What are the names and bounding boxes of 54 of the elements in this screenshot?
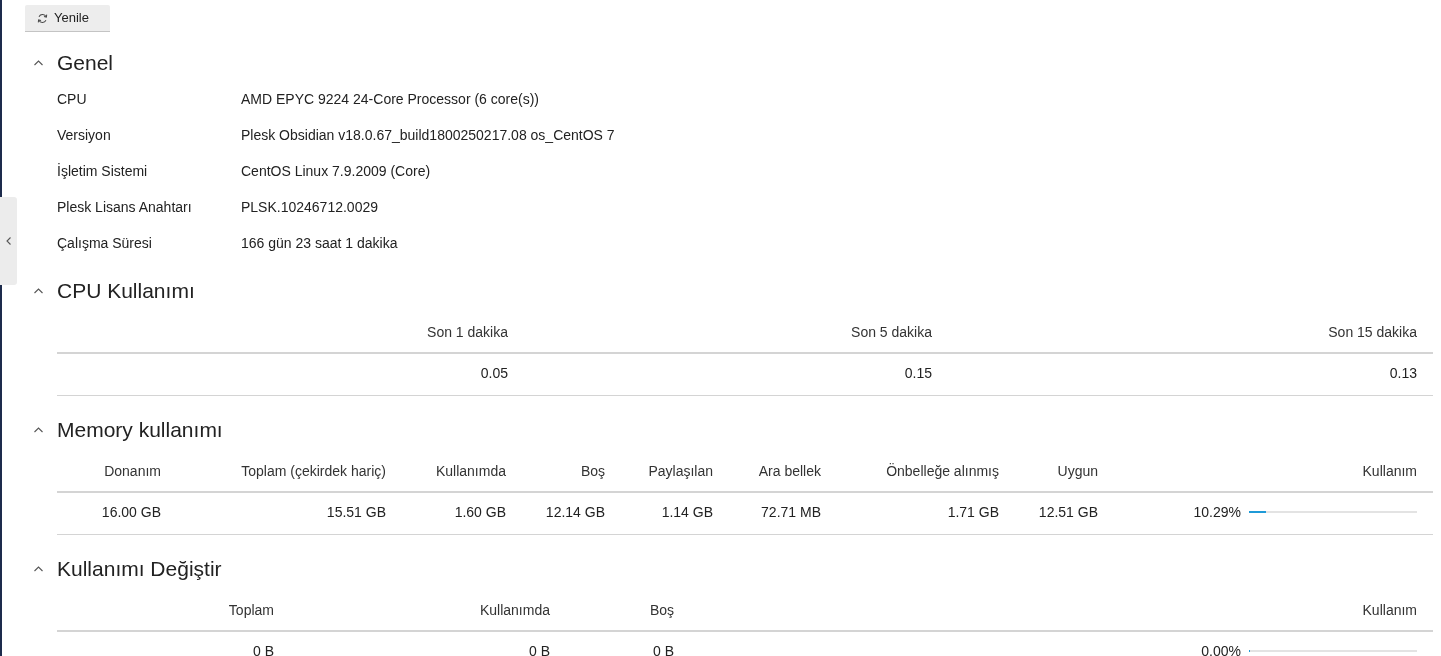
- column-header: Donanım: [103, 462, 162, 481]
- table-cell-text: 0 B: [528, 642, 551, 656]
- column-header: Boş: [579, 462, 606, 481]
- column-header: Uygun: [1056, 462, 1099, 481]
- section-title: Kullanımı Değiştir: [57, 556, 222, 582]
- column-header: Paylaşılan: [647, 462, 714, 481]
- chevron-up-icon[interactable]: [34, 60, 43, 66]
- property-label: İşletim Sistemi: [57, 161, 149, 181]
- chevron-left-icon: [6, 237, 11, 245]
- property-value: 166 gün 23 saat 1 dakika: [241, 233, 398, 253]
- column-header: Toplam (çekirdek hariç): [240, 462, 387, 481]
- property-value: PLSK.10246712.0029: [241, 197, 378, 217]
- table-cell-text: 12.51 GB: [1037, 503, 1099, 522]
- table-cell-text: 1.71 GB: [946, 503, 1000, 522]
- column-header: Son 5 dakika: [850, 323, 933, 342]
- table-cell-text: 0.13: [1388, 364, 1418, 383]
- property-value: CentOS Linux 7.9.2009 (Core): [241, 161, 431, 181]
- table-cell-text: 1.60 GB: [453, 503, 507, 522]
- property-label: Plesk Lisans Anahtarı: [57, 197, 193, 217]
- table-cell-text: 15.51 GB: [325, 503, 387, 522]
- column-header: Kullanım: [1361, 462, 1418, 481]
- chevron-up-icon[interactable]: [34, 427, 43, 433]
- property-value: AMD EPYC 9224 24-Core Processor (6 core(s)): [241, 89, 539, 109]
- refresh-button[interactable]: Yenile: [25, 5, 110, 32]
- refresh-icon: [37, 12, 48, 24]
- property-label: Versiyon: [57, 125, 112, 145]
- table-cell-text: 16.00 GB: [100, 503, 162, 522]
- column-header: Ara bellek: [757, 462, 822, 481]
- table-cell-text: 0 B: [652, 642, 675, 656]
- table-cell-text: 0.15: [903, 364, 933, 383]
- table-cell-text: 1.14 GB: [660, 503, 714, 522]
- table-cell-text: 0.05: [479, 364, 509, 383]
- property-label: Çalışma Süresi: [57, 233, 153, 253]
- column-header: Kullanımda: [478, 601, 551, 620]
- column-header: Son 1 dakika: [426, 323, 509, 342]
- table-cell-text: 72.71 MB: [760, 503, 822, 522]
- table-cell-text: 12.14 GB: [544, 503, 606, 522]
- column-header: Toplam: [227, 601, 275, 620]
- chevron-up-icon[interactable]: [34, 288, 43, 294]
- property-value: Plesk Obsidian v18.0.67_build1800250217.08 os_CentOS 7: [241, 125, 615, 145]
- chevron-up-icon[interactable]: [34, 566, 43, 572]
- column-header: Son 15 dakika: [1327, 323, 1418, 342]
- column-header: Kullanımda: [434, 462, 507, 481]
- table-cell-text: 0 B: [252, 642, 275, 656]
- usage-percent: 10.29%: [1193, 503, 1241, 522]
- column-header: Kullanım: [1361, 601, 1418, 620]
- column-header: Önbelleğe alınmış: [885, 462, 1000, 481]
- section-title: Memory kullanımı: [57, 417, 223, 443]
- property-label: CPU: [57, 89, 88, 109]
- column-header: Boş: [648, 601, 675, 620]
- usage-percent: 0.00%: [1201, 642, 1241, 656]
- section-title: CPU Kullanımı: [57, 278, 195, 304]
- sidebar-toggle-button[interactable]: [0, 197, 17, 285]
- section-title: Genel: [57, 50, 114, 76]
